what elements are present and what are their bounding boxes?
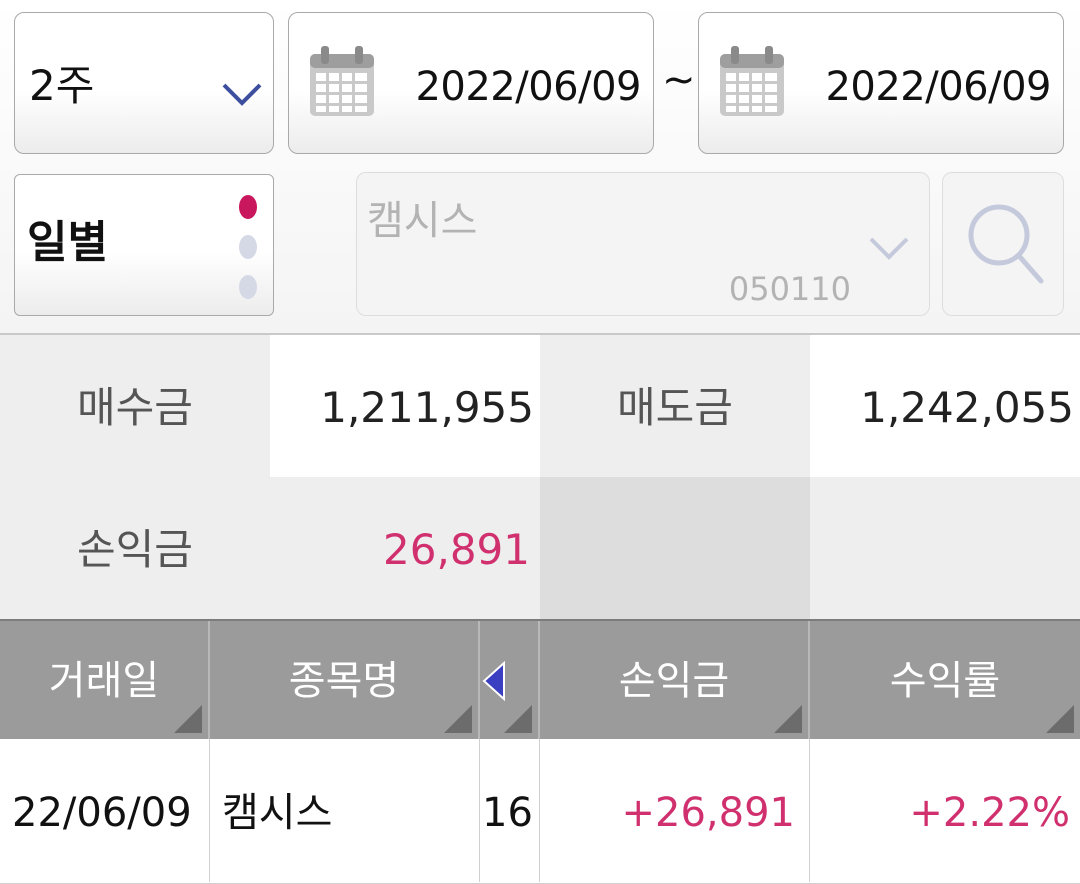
quantity-cell: 16 — [480, 739, 540, 882]
chevron-down-icon — [869, 237, 909, 260]
summary-table: 매수금 1,211,955 매도금 1,242,055 손익금 26,891 — [0, 333, 1080, 621]
calendar-icon — [720, 46, 784, 116]
search-icon — [968, 204, 1044, 284]
column-scroll-left-button[interactable] — [480, 621, 540, 739]
stock-name-cell: 캠시스 — [210, 739, 480, 882]
buy-amount-value: 1,211,955 — [270, 335, 540, 477]
column-header-stock-name[interactable]: 종목명 — [210, 621, 480, 739]
trade-table-header: 거래일 종목명 손익금 수익률 — [0, 619, 1080, 739]
sell-amount-value: 1,242,055 — [810, 335, 1080, 477]
profit-loss-value: 26,891 — [270, 477, 540, 619]
sort-corner-icon — [444, 705, 472, 733]
sell-amount-label: 매도금 — [540, 335, 810, 477]
table-row[interactable]: 22/06/09 캠시스 16 +26,891 +2.22% — [0, 739, 1080, 884]
trade-date-cell: 22/06/09 — [0, 739, 210, 882]
chevron-down-icon — [222, 83, 262, 106]
column-header-profit-loss[interactable]: 손익금 — [540, 621, 810, 739]
stock-selector[interactable]: 캠시스 050110 — [356, 172, 930, 316]
sort-corner-icon — [174, 705, 202, 733]
page-indicator-dot-active — [239, 195, 257, 219]
start-date-picker[interactable]: 2022/06/09 — [288, 12, 654, 154]
end-date-picker[interactable]: 2022/06/09 — [698, 12, 1064, 154]
buy-amount-label: 매수금 — [0, 335, 270, 477]
empty-cell — [540, 477, 810, 619]
page-indicator-dot — [239, 235, 257, 259]
empty-cell — [810, 477, 1080, 619]
page-indicator-dot — [239, 275, 257, 299]
sort-corner-icon — [1046, 705, 1074, 733]
profit-loss-cell: +26,891 — [540, 739, 810, 882]
period-dropdown[interactable]: 2주 — [14, 12, 274, 154]
period-value: 2주 — [29, 61, 95, 110]
frequency-selector[interactable]: 일별 — [14, 174, 274, 316]
sort-corner-icon — [504, 705, 532, 733]
start-date-value: 2022/06/09 — [415, 64, 641, 110]
frequency-value: 일별 — [27, 217, 108, 268]
return-rate-cell: +2.22% — [909, 790, 1070, 836]
triangle-left-icon — [482, 661, 505, 701]
column-header-trade-date[interactable]: 거래일 — [0, 621, 210, 739]
date-separator: ~ — [662, 57, 696, 103]
end-date-value: 2022/06/09 — [825, 64, 1051, 110]
sort-corner-icon — [774, 705, 802, 733]
search-button[interactable] — [942, 172, 1064, 316]
profit-loss-label: 손익금 — [0, 477, 270, 619]
stock-name: 캠시스 — [367, 198, 478, 244]
column-header-return-rate[interactable]: 수익률 — [810, 621, 1080, 739]
calendar-icon — [310, 46, 374, 116]
stock-code: 050110 — [728, 270, 851, 308]
